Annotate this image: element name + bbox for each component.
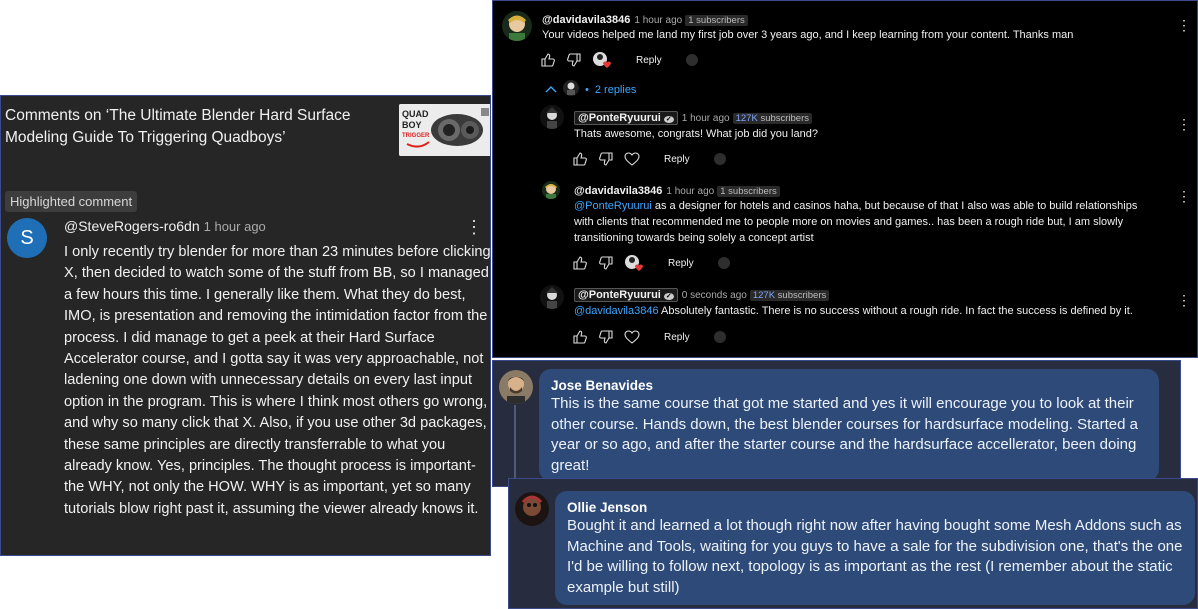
author-name[interactable]: Jose Benavides <box>551 378 653 393</box>
author-name[interactable]: @PonteRyuurui ✓ <box>574 288 678 302</box>
author-name[interactable]: @davidavila3846 <box>542 14 630 26</box>
reply-button[interactable]: Reply <box>636 55 662 66</box>
highlighted-comment-panel: Comments on ‘The Ultimate Blender Hard S… <box>0 95 491 556</box>
comment-bubble: Ollie Jenson Bought it and learned a lot… <box>555 491 1195 605</box>
emoji-icon[interactable] <box>717 257 730 269</box>
subscriber-badge: 127K subscribers <box>732 113 813 124</box>
creator-heart-icon <box>592 51 612 69</box>
community-comment: Jose Benavides This is the same course t… <box>492 360 1181 488</box>
top-level-comment: @davidavila3846 1 hour ago 1 subscribers Y… <box>493 1 1197 101</box>
subscriber-badge: 1 subscribers <box>717 186 780 197</box>
comment-actions: Reply <box>572 328 726 346</box>
subscriber-badge: 127K subscribers <box>749 290 830 301</box>
like-icon[interactable] <box>572 255 588 271</box>
creator-heart-icon <box>624 254 644 272</box>
comment-text: @davidavila3846 Absolutely fantastic. Th… <box>574 305 1133 317</box>
comment-text: @PonteRyuurui as a designer for hotels a… <box>574 200 1138 244</box>
like-icon[interactable] <box>572 151 588 167</box>
dislike-icon[interactable] <box>598 151 614 167</box>
emoji-icon[interactable] <box>713 153 726 165</box>
thumb-text-trigger: TRIGGER <box>402 133 430 139</box>
comment-body: I only recently try blender for more tha… <box>64 244 491 517</box>
avatar[interactable] <box>540 105 564 129</box>
avatar[interactable] <box>502 11 532 41</box>
reply-comment: @PonteRyuurui ✓ 0 seconds ago 127K subscri… <box>493 281 1197 357</box>
like-icon[interactable] <box>540 52 556 68</box>
reply-button[interactable]: Reply <box>664 154 690 165</box>
thread-line <box>514 405 516 488</box>
youtube-comment-thread: @davidavila3846 1 hour ago 1 subscribers Y… <box>492 0 1198 358</box>
comment-text: Your videos helped me land my first job … <box>542 29 1074 41</box>
chevron-up-icon <box>545 84 557 96</box>
emoji-icon[interactable] <box>713 331 726 343</box>
avatar[interactable] <box>515 492 549 526</box>
comment-actions: Reply <box>572 150 726 168</box>
dislike-icon[interactable] <box>566 52 582 68</box>
author-name[interactable]: @PonteRyuurui ✓ <box>574 111 678 125</box>
reply-avatar-icon <box>563 80 579 99</box>
emoji-icon[interactable] <box>685 54 698 66</box>
dislike-icon[interactable] <box>598 255 614 271</box>
timestamp[interactable]: 1 hour ago <box>682 113 730 124</box>
timestamp[interactable]: 1 hour ago <box>204 219 266 234</box>
mention-link[interactable]: @davidavila3846 <box>574 305 659 317</box>
author-name[interactable]: Ollie Jenson <box>567 500 647 515</box>
comment-actions: Reply <box>540 51 698 69</box>
replies-toggle[interactable]: • 2 replies <box>545 80 636 99</box>
timestamp[interactable]: 1 hour ago <box>666 186 714 197</box>
comment-text: Thats awesome, congrats! What job did yo… <box>574 128 818 140</box>
video-thumbnail[interactable]: QUAD BOY TRIGGER <box>399 104 490 156</box>
timestamp[interactable]: 1 hour ago <box>634 15 682 26</box>
verified-icon: ✓ <box>663 293 674 300</box>
avatar[interactable] <box>542 181 560 199</box>
author-name[interactable]: @SteveRogers-ro6dn <box>64 218 200 234</box>
verified-icon: ✓ <box>663 116 674 123</box>
heart-icon[interactable] <box>624 329 640 345</box>
subscriber-badge: 1 subscribers <box>685 15 748 26</box>
thumb-text-boy: BOY <box>402 120 422 130</box>
like-icon[interactable] <box>572 329 588 345</box>
reply-comment: @PonteRyuurui ✓ 1 hour ago 127K subscriber… <box>493 101 1197 177</box>
more-options-icon[interactable]: ⋮ <box>465 218 483 238</box>
thumb-text-quad: QUAD <box>402 109 429 119</box>
comment-bubble: Jose Benavides This is the same course t… <box>539 369 1159 481</box>
reply-button[interactable]: Reply <box>664 332 690 343</box>
comment-header: @SteveRogers-ro6dn 1 hour ago <box>64 218 266 234</box>
more-options-icon[interactable]: ⋮ <box>1177 293 1191 307</box>
highlighted-badge: Highlighted comment <box>5 191 138 212</box>
avatar[interactable] <box>499 370 533 404</box>
author-name[interactable]: @davidavila3846 <box>574 185 662 197</box>
timestamp[interactable]: 0 seconds ago <box>682 290 747 301</box>
replies-count: 2 replies <box>594 83 637 96</box>
avatar[interactable]: S <box>7 218 47 258</box>
comment-text: Bought it and learned a lot though right… <box>567 517 1183 597</box>
reply-button[interactable]: Reply <box>668 258 694 269</box>
dislike-icon[interactable] <box>598 329 614 345</box>
heart-icon[interactable] <box>624 151 640 167</box>
avatar[interactable] <box>540 285 564 309</box>
comment-actions: Reply <box>572 254 730 272</box>
more-options-icon[interactable]: ⋮ <box>1177 117 1191 131</box>
reply-comment: @davidavila3846 1 hour ago 1 subscribers @… <box>493 177 1197 281</box>
mention-link[interactable]: @PonteRyuurui <box>574 200 652 212</box>
more-options-icon[interactable]: ⋮ <box>1177 189 1191 203</box>
video-title: Comments on ‘The Ultimate Blender Hard S… <box>5 107 351 146</box>
community-comment: Ollie Jenson Bought it and learned a lot… <box>508 478 1198 609</box>
more-options-icon[interactable]: ⋮ <box>1177 18 1191 32</box>
comment-text: This is the same course that got me star… <box>551 395 1138 475</box>
